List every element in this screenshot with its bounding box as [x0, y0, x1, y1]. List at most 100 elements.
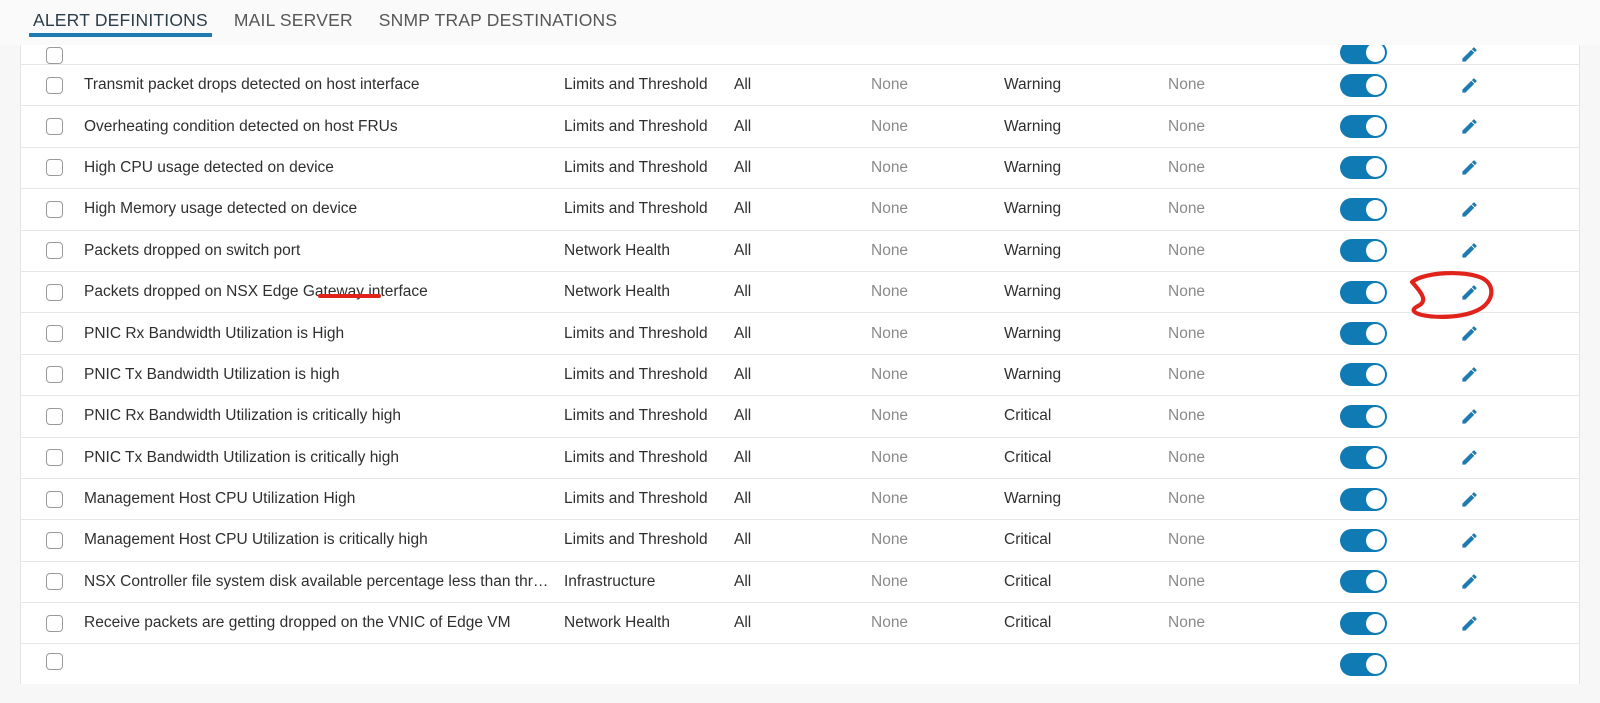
tab-list: ALERT DEFINITIONS MAIL SERVER SNMP TRAP DE…: [0, 0, 1600, 45]
toggle-switch-on-icon[interactable]: [1340, 197, 1387, 221]
tab-bar: ALERT DEFINITIONS MAIL SERVER SNMP TRAP DE…: [0, 0, 1600, 45]
toggle-switch-on-icon[interactable]: [1340, 280, 1387, 304]
checkbox-unchecked-icon[interactable]: [46, 325, 63, 343]
checkbox-unchecked-icon[interactable]: [46, 653, 63, 671]
alert-enabled-toggle-cell: [1340, 280, 1460, 304]
alert-category: Limits and Threshold: [564, 76, 708, 94]
table-row[interactable]: Transmit packet drops detected on host i…: [21, 65, 1579, 107]
toggle-switch-on-icon[interactable]: [1340, 570, 1387, 594]
pencil-edit-icon[interactable]: [1460, 117, 1479, 136]
alert-info-severity: None: [871, 490, 909, 508]
row-select-checkbox-cell: [21, 531, 84, 549]
alert-severity: Critical: [1004, 614, 1052, 632]
checkbox-unchecked-icon[interactable]: [46, 531, 63, 549]
pencil-edit-icon[interactable]: [1460, 158, 1479, 177]
alert-severity: Critical: [1004, 407, 1052, 425]
table-row[interactable]: Management Host CPU Utilization High Limi…: [21, 478, 1579, 521]
alert-critical-severity: None: [1168, 324, 1206, 342]
pencil-edit-icon[interactable]: [1460, 614, 1479, 633]
toggle-knob: [1366, 75, 1385, 95]
toggle-switch-on-icon[interactable]: [1340, 239, 1387, 263]
checkbox-unchecked-icon[interactable]: [46, 47, 63, 64]
checkbox-unchecked-icon[interactable]: [46, 573, 63, 591]
toggle-switch-on-icon[interactable]: [1340, 404, 1387, 428]
pencil-edit-icon[interactable]: [1460, 45, 1479, 64]
checkbox-unchecked-icon[interactable]: [46, 283, 63, 301]
toggle-switch-on-icon[interactable]: [1340, 363, 1387, 387]
toggle-switch-on-icon[interactable]: [1340, 45, 1387, 64]
checkbox-unchecked-icon[interactable]: [46, 118, 63, 136]
alert-name: PNIC Tx Bandwidth Utilization is high: [84, 365, 340, 383]
toggle-switch-on-icon[interactable]: [1340, 487, 1387, 511]
pencil-edit-icon[interactable]: [1460, 200, 1479, 219]
alert-critical-severity: None: [1168, 200, 1206, 218]
alert-enabled-toggle-cell: [1340, 115, 1460, 139]
tab-snmp-trap-destinations[interactable]: SNMP TRAP DESTINATIONS: [366, 0, 630, 45]
tab-alert-definitions[interactable]: ALERT DEFINITIONS: [20, 0, 221, 45]
table-row[interactable]: Packets dropped on NSX Edge Gateway inte…: [21, 271, 1579, 314]
table-row[interactable]: PNIC Tx Bandwidth Utilization is high Lim…: [21, 354, 1579, 397]
tab-mail-server[interactable]: MAIL SERVER: [221, 0, 366, 45]
toggle-switch-on-icon[interactable]: [1340, 156, 1387, 180]
table-row[interactable]: PNIC Rx Bandwidth Utilization is critica…: [21, 396, 1579, 438]
checkbox-unchecked-icon[interactable]: [46, 407, 63, 425]
alert-severity: Warning: [1004, 117, 1062, 135]
pencil-edit-icon[interactable]: [1460, 448, 1479, 467]
row-select-checkbox-cell: [21, 653, 84, 671]
alert-scope: All: [734, 158, 752, 176]
table-row[interactable]: PNIC Tx Bandwidth Utilization is critica…: [21, 437, 1579, 479]
table-row[interactable]: PNIC Rx Bandwidth Utilization is High Lim…: [21, 313, 1579, 355]
table-row[interactable]: NSX Controller file system disk availabl…: [21, 561, 1579, 604]
pencil-edit-icon[interactable]: [1460, 76, 1479, 95]
alert-category: Network Health: [564, 283, 670, 301]
toggle-switch-on-icon[interactable]: [1340, 446, 1387, 470]
row-select-checkbox-cell: [21, 449, 84, 467]
toggle-switch-on-icon[interactable]: [1340, 653, 1387, 677]
table-row[interactable]: Management Host CPU Utilization is criti…: [21, 520, 1579, 562]
table-row-partial-top[interactable]: [21, 45, 1579, 65]
toggle-knob: [1366, 365, 1385, 385]
row-select-checkbox-cell: [21, 325, 84, 343]
alert-info-severity: None: [871, 407, 909, 425]
checkbox-unchecked-icon[interactable]: [46, 490, 63, 508]
pencil-edit-icon[interactable]: [1460, 531, 1479, 550]
checkbox-unchecked-icon[interactable]: [46, 200, 63, 218]
checkbox-unchecked-icon[interactable]: [46, 366, 63, 384]
pencil-edit-icon[interactable]: [1460, 572, 1479, 591]
table-row-partial-bottom[interactable]: [21, 644, 1579, 685]
alert-edit-cell: [1460, 324, 1560, 343]
pencil-edit-icon[interactable]: [1460, 365, 1479, 384]
alert-scope: All: [734, 117, 752, 135]
toggle-switch-on-icon[interactable]: [1340, 73, 1387, 97]
table-row[interactable]: High Memory usage detected on device Limi…: [21, 189, 1579, 231]
alert-scope: All: [734, 572, 752, 590]
checkbox-unchecked-icon[interactable]: [46, 614, 63, 632]
checkbox-unchecked-icon[interactable]: [46, 159, 63, 177]
alert-scope: All: [734, 448, 752, 466]
alert-info-severity: None: [871, 324, 909, 342]
toggle-knob: [1366, 117, 1385, 137]
table-row[interactable]: Overheating condition detected on host F…: [21, 106, 1579, 148]
toggle-switch-on-icon[interactable]: [1340, 611, 1387, 635]
checkbox-unchecked-icon[interactable]: [46, 242, 63, 260]
alert-severity: Warning: [1004, 283, 1062, 301]
table-row[interactable]: Receive packets are getting dropped on t…: [21, 603, 1579, 645]
pencil-edit-icon[interactable]: [1460, 241, 1479, 260]
row-select-checkbox-cell: [21, 490, 84, 508]
alert-category: Limits and Threshold: [564, 531, 708, 549]
pencil-edit-icon[interactable]: [1460, 283, 1479, 302]
toggle-knob: [1366, 613, 1385, 633]
toggle-switch-on-icon[interactable]: [1340, 528, 1387, 552]
alert-edit-cell: [1460, 614, 1560, 633]
pencil-edit-icon[interactable]: [1460, 490, 1479, 509]
toggle-switch-on-icon[interactable]: [1340, 322, 1387, 346]
pencil-edit-icon[interactable]: [1460, 324, 1479, 343]
checkbox-unchecked-icon[interactable]: [46, 76, 63, 94]
alert-edit-cell: [1460, 448, 1560, 467]
alert-name: High CPU usage detected on device: [84, 158, 334, 176]
checkbox-unchecked-icon[interactable]: [46, 449, 63, 467]
table-row[interactable]: Packets dropped on switch port Network He…: [21, 230, 1579, 272]
table-row[interactable]: High CPU usage detected on device Limits …: [21, 147, 1579, 190]
toggle-switch-on-icon[interactable]: [1340, 115, 1387, 139]
pencil-edit-icon[interactable]: [1460, 407, 1479, 426]
